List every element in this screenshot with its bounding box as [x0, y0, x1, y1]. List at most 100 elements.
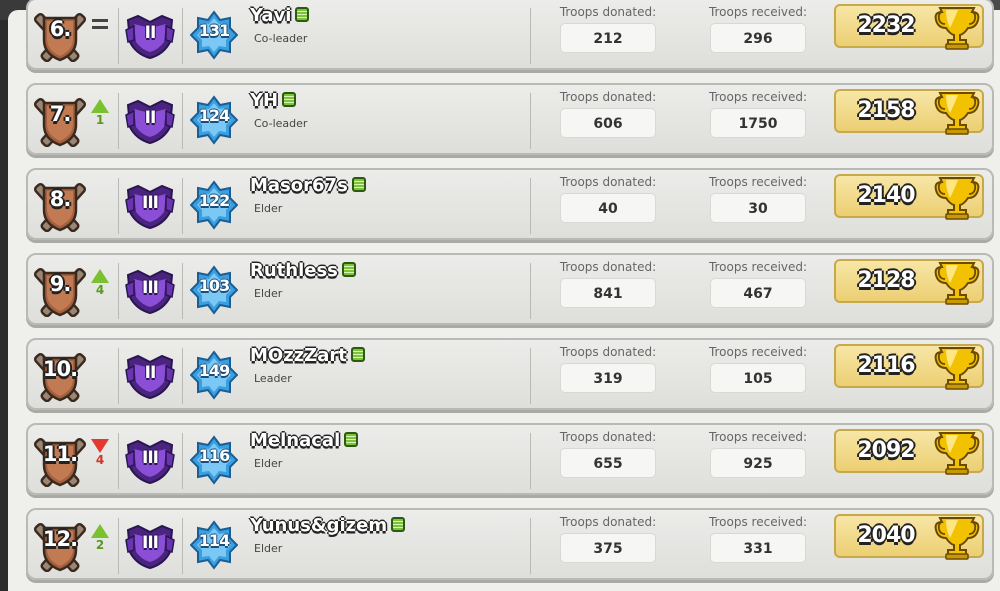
online-status-icon: [282, 92, 297, 107]
player-role: Elder: [254, 457, 283, 470]
troops-donated-label: Troops donated:: [559, 345, 657, 359]
trophy-count: 2140: [857, 183, 915, 208]
troops-received-label: Troops received:: [708, 345, 808, 359]
divider: [530, 93, 531, 149]
clan-members-panel: 6. II 131 Yavi Co-leader Troops donated:…: [8, 0, 1000, 591]
troops-received-label: Troops received:: [708, 5, 808, 19]
player-name-text: Melnacal: [250, 430, 341, 451]
troops-donated-value: 212: [560, 23, 656, 53]
troops-donated-value: 319: [560, 363, 656, 393]
troops-donated-value: 655: [560, 448, 656, 478]
divider: [182, 178, 183, 234]
troops-received-label: Troops received:: [708, 515, 808, 529]
member-row[interactable]: 11. 4 III 116 Melnacal Elder Troops dona…: [26, 423, 994, 495]
divider: [118, 433, 119, 489]
player-name[interactable]: Masor67s: [250, 175, 366, 196]
experience-level: 124: [198, 106, 230, 125]
member-row[interactable]: 12. 2 III 114 Yunus&gizem Elder Troops d…: [26, 508, 994, 580]
troops-received-value: 331: [710, 533, 806, 563]
online-status-icon: [350, 347, 365, 362]
troops-received-value: 467: [710, 278, 806, 308]
gold-trophy-icon: [932, 427, 982, 477]
member-row[interactable]: 7. 1 II 124 YH Co-leader Troops donated:…: [26, 83, 994, 155]
player-role: Elder: [254, 542, 283, 555]
player-name[interactable]: Yavi: [250, 5, 310, 26]
troops-donated-value: 375: [560, 533, 656, 563]
experience-level: 122: [198, 191, 230, 210]
divider: [118, 518, 119, 574]
player-role: Elder: [254, 287, 283, 300]
experience-level: 103: [198, 276, 230, 295]
gold-trophy-icon: [932, 512, 982, 562]
troops-received-label: Troops received:: [708, 260, 808, 274]
trophy-count: 2092: [857, 438, 915, 463]
troops-donated-label: Troops donated:: [559, 5, 657, 19]
rank-number: 8.: [49, 187, 72, 211]
member-row[interactable]: 10. II 149 MOzzZart Leader Troops donate…: [26, 338, 994, 410]
player-role: Co-leader: [254, 32, 308, 45]
online-status-icon: [344, 432, 359, 447]
player-name-text: Yunus&gizem: [250, 515, 388, 536]
league-tier: II: [144, 363, 157, 383]
rank-change: 1: [88, 99, 112, 127]
trophy-count: 2128: [857, 268, 915, 293]
league-tier: II: [144, 108, 157, 128]
player-name-text: Ruthless: [250, 260, 338, 281]
online-status-icon: [391, 517, 406, 532]
gold-trophy-icon: [932, 2, 982, 52]
divider: [118, 8, 119, 64]
member-row[interactable]: 8. III 122 Masor67s Elder Troops donated…: [26, 168, 994, 240]
divider: [530, 178, 531, 234]
member-row[interactable]: 6. II 131 Yavi Co-leader Troops donated:…: [26, 0, 994, 70]
rank-number: 12.: [42, 527, 78, 551]
divider: [182, 93, 183, 149]
rank-change: 4: [88, 439, 112, 467]
league-tier: III: [142, 193, 159, 213]
divider: [530, 8, 531, 64]
troops-donated-value: 40: [560, 193, 656, 223]
player-name[interactable]: Yunus&gizem: [250, 515, 406, 536]
player-name[interactable]: YH: [250, 90, 297, 111]
troops-received-label: Troops received:: [708, 430, 808, 444]
experience-level: 149: [198, 361, 230, 380]
trophy-count: 2158: [857, 98, 915, 123]
divider: [530, 348, 531, 404]
player-name-text: Masor67s: [250, 175, 348, 196]
gold-trophy-icon: [932, 172, 982, 222]
green-up-arrow-icon: [91, 99, 109, 113]
rank-number: 9.: [49, 272, 72, 296]
rank-change-value: 4: [95, 453, 105, 467]
trophy-count: 2232: [857, 13, 915, 38]
troops-donated-value: 606: [560, 108, 656, 138]
divider: [530, 433, 531, 489]
divider: [182, 263, 183, 319]
member-row[interactable]: 9. 4 III 103 Ruthless Elder Troops donat…: [26, 253, 994, 325]
troops-received-value: 30: [710, 193, 806, 223]
troops-received-value: 1750: [710, 108, 806, 138]
experience-level: 131: [198, 21, 230, 40]
divider: [182, 433, 183, 489]
equals-icon: [92, 19, 108, 29]
troops-donated-label: Troops donated:: [559, 175, 657, 189]
gold-trophy-icon: [932, 87, 982, 137]
player-role: Leader: [254, 372, 292, 385]
league-tier: III: [142, 448, 159, 468]
troops-received-value: 925: [710, 448, 806, 478]
divider: [118, 178, 119, 234]
gold-trophy-icon: [932, 342, 982, 392]
troops-donated-label: Troops donated:: [559, 430, 657, 444]
trophy-count: 2116: [857, 353, 915, 378]
player-name[interactable]: Melnacal: [250, 430, 359, 451]
divider: [530, 263, 531, 319]
experience-level: 116: [198, 446, 230, 465]
divider: [530, 518, 531, 574]
player-name[interactable]: Ruthless: [250, 260, 356, 281]
rank-change-value: 4: [95, 283, 105, 297]
online-status-icon: [351, 177, 366, 192]
player-name[interactable]: MOzzZart: [250, 345, 365, 366]
gold-trophy-icon: [932, 257, 982, 307]
experience-level: 114: [198, 531, 230, 550]
player-name-text: YH: [250, 90, 279, 111]
online-status-icon: [341, 262, 356, 277]
rank-number: 7.: [49, 102, 72, 126]
